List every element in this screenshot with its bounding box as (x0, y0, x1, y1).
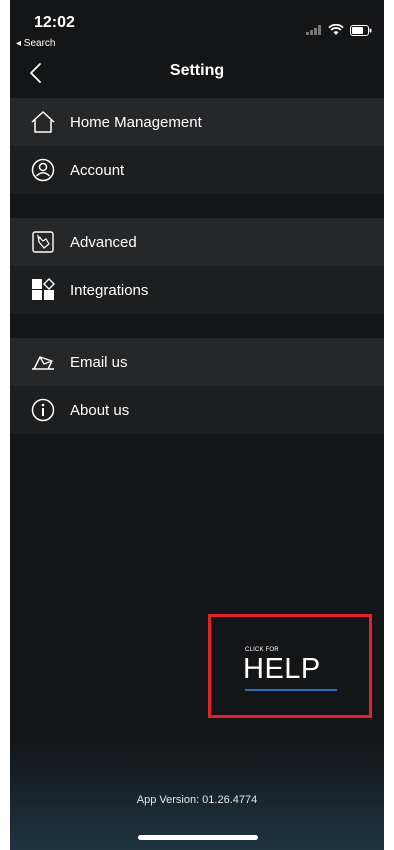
menu-item-label: Advanced (70, 233, 137, 251)
email-icon (30, 349, 56, 375)
advanced-tag-icon (30, 229, 56, 255)
home-indicator[interactable] (138, 835, 258, 840)
menu-item-about-us[interactable]: About us (10, 386, 384, 434)
menu-item-label: Home Management (70, 113, 202, 131)
phone-screen: 12:02 ◂ Search Setting Home Management A… (10, 0, 384, 850)
section-gap (10, 314, 384, 338)
status-icons (306, 24, 372, 36)
menu-item-email-us[interactable]: Email us (10, 338, 384, 386)
menu-item-integrations[interactable]: Integrations (10, 266, 384, 314)
click-for-help-button[interactable]: CLICK FOR HELP (208, 614, 372, 718)
home-icon (30, 109, 56, 135)
section-gap (10, 194, 384, 218)
help-big-text: HELP (243, 653, 321, 685)
menu-item-label: About us (70, 401, 130, 419)
menu-item-home-management[interactable]: Home Management (10, 98, 384, 146)
menu-item-label: Integrations (70, 281, 149, 299)
user-icon (30, 157, 56, 183)
integrations-icon (30, 277, 56, 303)
menu-item-advanced[interactable]: Advanced (10, 218, 384, 266)
help-underline (245, 689, 337, 691)
settings-list: Home Management Account Advanced Integra… (10, 98, 384, 434)
cellular-signal-icon (306, 25, 321, 35)
app-version: App Version: 01.26.4774 (136, 794, 258, 806)
battery-icon (350, 24, 372, 36)
menu-item-label: Account (70, 161, 125, 179)
page-title: Setting (169, 62, 225, 79)
status-time: 12:02 (34, 14, 75, 31)
menu-item-account[interactable]: Account (10, 146, 384, 194)
status-back-to-search[interactable]: ◂ Search (16, 38, 55, 49)
info-icon (30, 397, 56, 423)
menu-item-label: Email us (70, 353, 128, 371)
wifi-icon (328, 24, 344, 35)
